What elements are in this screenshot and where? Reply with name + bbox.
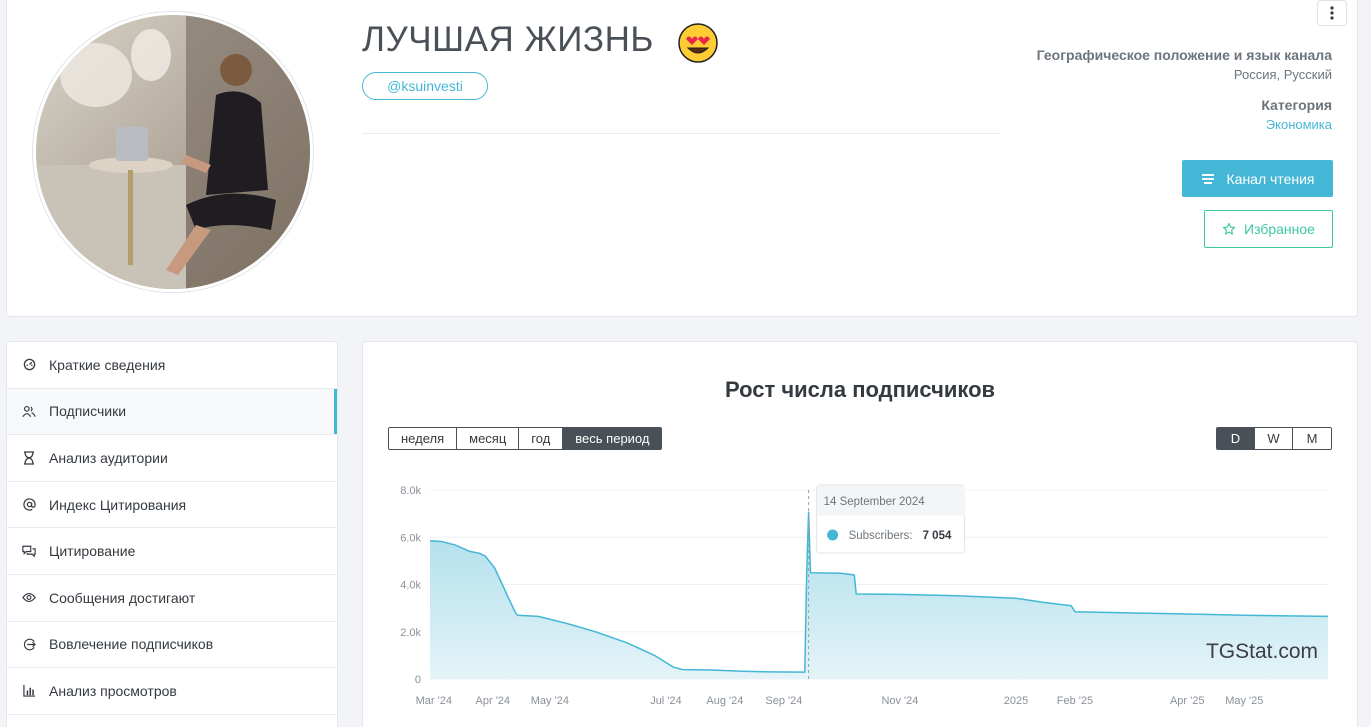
x-tick-label: 2025 xyxy=(1004,695,1028,707)
sidebar-item-label: Цитирование xyxy=(49,543,136,560)
dashboard-icon xyxy=(22,358,36,372)
sidebar-item-views-analysis[interactable]: Анализ просмотров xyxy=(7,668,337,715)
sidebar-item-label: Краткие сведения xyxy=(49,356,166,373)
x-tick-label: Apr '25 xyxy=(1170,695,1205,707)
hourglass-icon xyxy=(22,451,36,465)
channel-avatar xyxy=(33,12,313,292)
y-tick-label: 0 xyxy=(415,674,421,686)
more-options-button[interactable] xyxy=(1317,0,1347,26)
granularity-selector: D W M xyxy=(1216,427,1332,450)
sidebar-item-label: Индекс Цитирования xyxy=(49,496,187,513)
sidebar-item-summary[interactable]: Краткие сведения xyxy=(7,342,337,389)
sidebar-item-label: Вовлечение подписчиков xyxy=(49,636,214,653)
favorite-button[interactable]: Избранное xyxy=(1204,210,1333,248)
y-tick-label: 8.0k xyxy=(400,485,421,497)
x-tick-label: Nov '24 xyxy=(881,695,918,707)
granularity-week-button[interactable]: W xyxy=(1255,428,1293,449)
geo-info: Географическое положение и язык канала Р… xyxy=(1037,47,1332,82)
x-tick-label: Aug '24 xyxy=(706,695,743,707)
period-week-button[interactable]: неделя xyxy=(389,428,458,449)
y-tick-label: 6.0k xyxy=(400,532,421,544)
read-channel-button[interactable]: Канал чтения xyxy=(1182,160,1333,197)
sidebar-item-citation-index[interactable]: Индекс Цитирования xyxy=(7,482,337,529)
period-month-button[interactable]: месяц xyxy=(457,428,520,449)
sidebar-item-engagement[interactable]: Вовлечение подписчиков xyxy=(7,622,337,669)
period-all-time-button[interactable]: весь период xyxy=(563,428,662,449)
sidebar-menu: Краткие сведения Подписчики Анализ аудит… xyxy=(6,341,338,727)
period-selector: неделя месяц год весь период xyxy=(388,427,663,450)
sidebar-item-label: Анализ аудитории xyxy=(49,449,168,466)
x-tick-label: May '24 xyxy=(531,695,569,707)
sidebar-item-citations[interactable]: Цитирование xyxy=(7,528,337,575)
x-tick-label: Mar '24 xyxy=(416,695,452,707)
users-icon xyxy=(22,404,36,418)
tooltip-series-label: Subscribers: xyxy=(849,530,913,542)
sidebar-item-label: Анализ просмотров xyxy=(49,682,177,699)
star-icon xyxy=(1222,222,1236,235)
x-tick-label: Apr '24 xyxy=(476,695,511,707)
x-tick-label: Sep '24 xyxy=(765,695,802,707)
granularity-day-button[interactable]: D xyxy=(1217,428,1255,449)
geo-label: Географическое положение и язык канала xyxy=(1036,47,1332,63)
channel-username-link[interactable]: @ksuinvesti xyxy=(362,72,488,100)
y-tick-label: 2.0k xyxy=(400,627,421,639)
tooltip-value: 7 054 xyxy=(923,530,952,542)
header-divider xyxy=(362,133,1000,134)
heart-eyes-emoji-icon xyxy=(677,22,719,69)
channel-header-card: ЛУЧШАЯ ЖИЗНЬ @ksuinvesti Географическое … xyxy=(6,0,1358,317)
engagement-icon xyxy=(22,637,36,651)
x-tick-label: Jul '24 xyxy=(650,695,681,707)
x-tick-label: May '25 xyxy=(1225,695,1263,707)
sidebar-item-audience-analysis[interactable]: Анализ аудитории xyxy=(7,435,337,482)
sidebar-item-subscribers[interactable]: Подписчики xyxy=(7,388,337,436)
tooltip-series-dot xyxy=(827,529,839,541)
at-icon xyxy=(22,498,36,512)
read-channel-label: Канал чтения xyxy=(1226,170,1315,187)
y-tick-label: 4.0k xyxy=(400,580,421,592)
category-label: Категория xyxy=(1261,97,1332,113)
category-info: Категория Экономика xyxy=(1261,97,1332,132)
list-icon xyxy=(1201,173,1214,184)
period-year-button[interactable]: год xyxy=(519,428,564,449)
eye-icon xyxy=(22,591,36,605)
x-tick-label: Feb '25 xyxy=(1057,695,1093,707)
bar-chart-icon xyxy=(22,684,36,698)
sidebar-item-label: Подписчики xyxy=(49,403,127,420)
tgstat-watermark: TGStat.com xyxy=(1206,640,1318,663)
channel-title: ЛУЧШАЯ ЖИЗНЬ xyxy=(362,20,654,59)
kebab-icon xyxy=(1330,6,1334,20)
granularity-month-button[interactable]: M xyxy=(1293,428,1331,449)
sidebar-item-post-reach[interactable]: Сообщения достигают xyxy=(7,575,337,622)
sidebar-item-label: Сообщения достигают xyxy=(49,589,196,606)
quote-icon xyxy=(22,544,36,558)
geo-value: Россия, Русский xyxy=(1233,67,1332,82)
tooltip-date: 14 September 2024 xyxy=(824,496,926,508)
favorite-label: Избранное xyxy=(1244,221,1315,237)
chart-title: Рост числа подписчиков xyxy=(724,377,996,402)
subscribers-area-chart: 0 2.0k 4.0k 6.0k 8.0k Mar '24 Apr '24 May '24 Ju… xyxy=(400,484,1329,707)
category-link[interactable]: Экономика xyxy=(1261,117,1332,132)
